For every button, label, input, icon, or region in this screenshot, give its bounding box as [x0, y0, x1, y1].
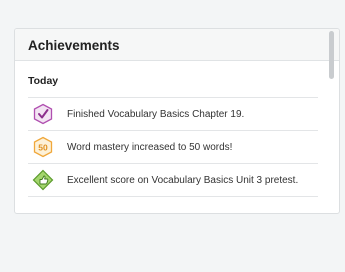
hexagon-50-badge-icon: 50	[32, 136, 54, 158]
item-text: Excellent score on Vocabulary Basics Uni…	[67, 174, 299, 186]
list-item: Excellent score on Vocabulary Basics Uni…	[28, 164, 318, 197]
scrollbar-thumb[interactable]	[329, 31, 334, 79]
checkmark-badge-icon	[32, 103, 54, 125]
thumbs-up-diamond-icon	[32, 169, 54, 191]
list-item: 50 Word mastery increased to 50 words!	[28, 131, 318, 164]
panel-title: Achievements	[15, 29, 339, 61]
item-text: Word mastery increased to 50 words!	[67, 141, 233, 153]
badge-number: 50	[38, 143, 48, 153]
item-text: Finished Vocabulary Basics Chapter 19.	[67, 108, 245, 120]
achievements-panel: Achievements Today Finished Vocabulary B…	[14, 28, 340, 214]
section-title-today: Today	[28, 75, 59, 87]
achievements-list-container[interactable]: Today Finished Vocabulary Basics Chapter…	[15, 31, 339, 197]
list-item: Finished Vocabulary Basics Chapter 19.	[28, 98, 318, 131]
